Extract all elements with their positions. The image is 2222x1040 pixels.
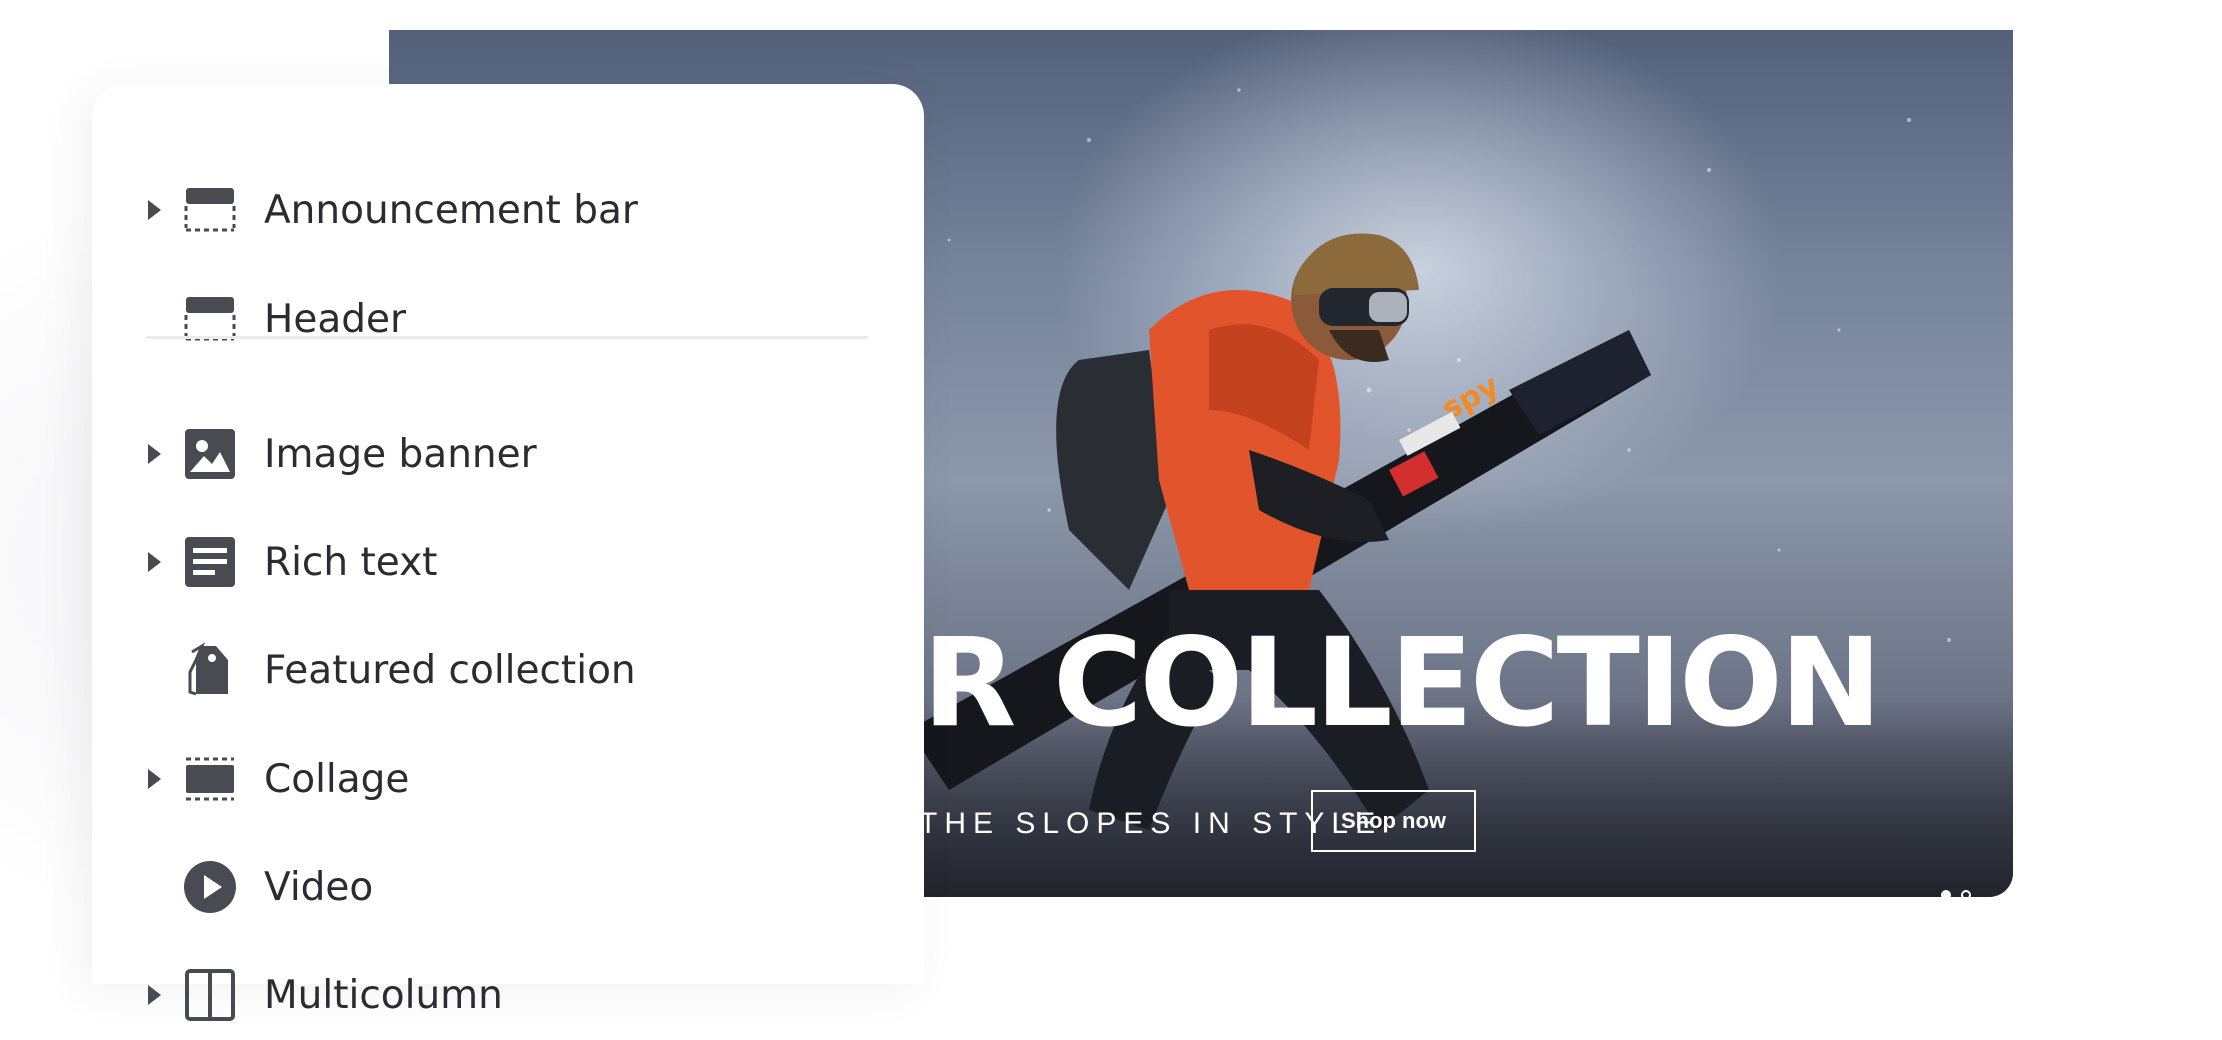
rich-text-icon (182, 534, 238, 590)
theme-sections-panel: Announcement bar Header Image banner Ric… (92, 84, 924, 1021)
section-label: Featured collection (264, 647, 636, 693)
expand-caret-icon[interactable] (148, 769, 161, 789)
play-icon (182, 859, 238, 915)
image-icon (182, 426, 238, 482)
section-label: Multicolumn (264, 972, 503, 1018)
slide-dot-1[interactable] (1941, 890, 1951, 897)
tag-icon (182, 642, 238, 698)
announcement-bar-icon (182, 182, 238, 238)
section-label: Video (264, 864, 374, 910)
expand-caret-icon[interactable] (148, 444, 161, 464)
section-divider (146, 336, 868, 339)
section-label: Collage (264, 756, 410, 802)
section-label: Rich text (264, 539, 438, 585)
collage-icon (182, 751, 238, 807)
section-rich-text[interactable]: Rich text (92, 517, 924, 607)
section-multicolumn[interactable]: Multicolumn (92, 950, 924, 1040)
section-video[interactable]: Video (92, 842, 924, 932)
expand-caret-icon[interactable] (148, 552, 161, 572)
multicolumn-icon (182, 967, 238, 1023)
section-label: Header (264, 296, 407, 342)
section-label: Image banner (264, 431, 537, 477)
section-label: Announcement bar (264, 187, 638, 233)
expand-caret-icon[interactable] (148, 985, 161, 1005)
slideshow-dots (1941, 890, 1971, 897)
section-collage[interactable]: Collage (92, 734, 924, 824)
section-announcement-bar[interactable]: Announcement bar (92, 165, 924, 255)
section-featured-collection[interactable]: Featured collection (92, 625, 924, 715)
shop-now-button[interactable]: Shop now (1311, 790, 1476, 852)
slide-dot-2[interactable] (1961, 890, 1971, 897)
expand-caret-icon[interactable] (148, 200, 161, 220)
section-image-banner[interactable]: Image banner (92, 409, 924, 499)
section-header[interactable]: Header (92, 274, 924, 364)
